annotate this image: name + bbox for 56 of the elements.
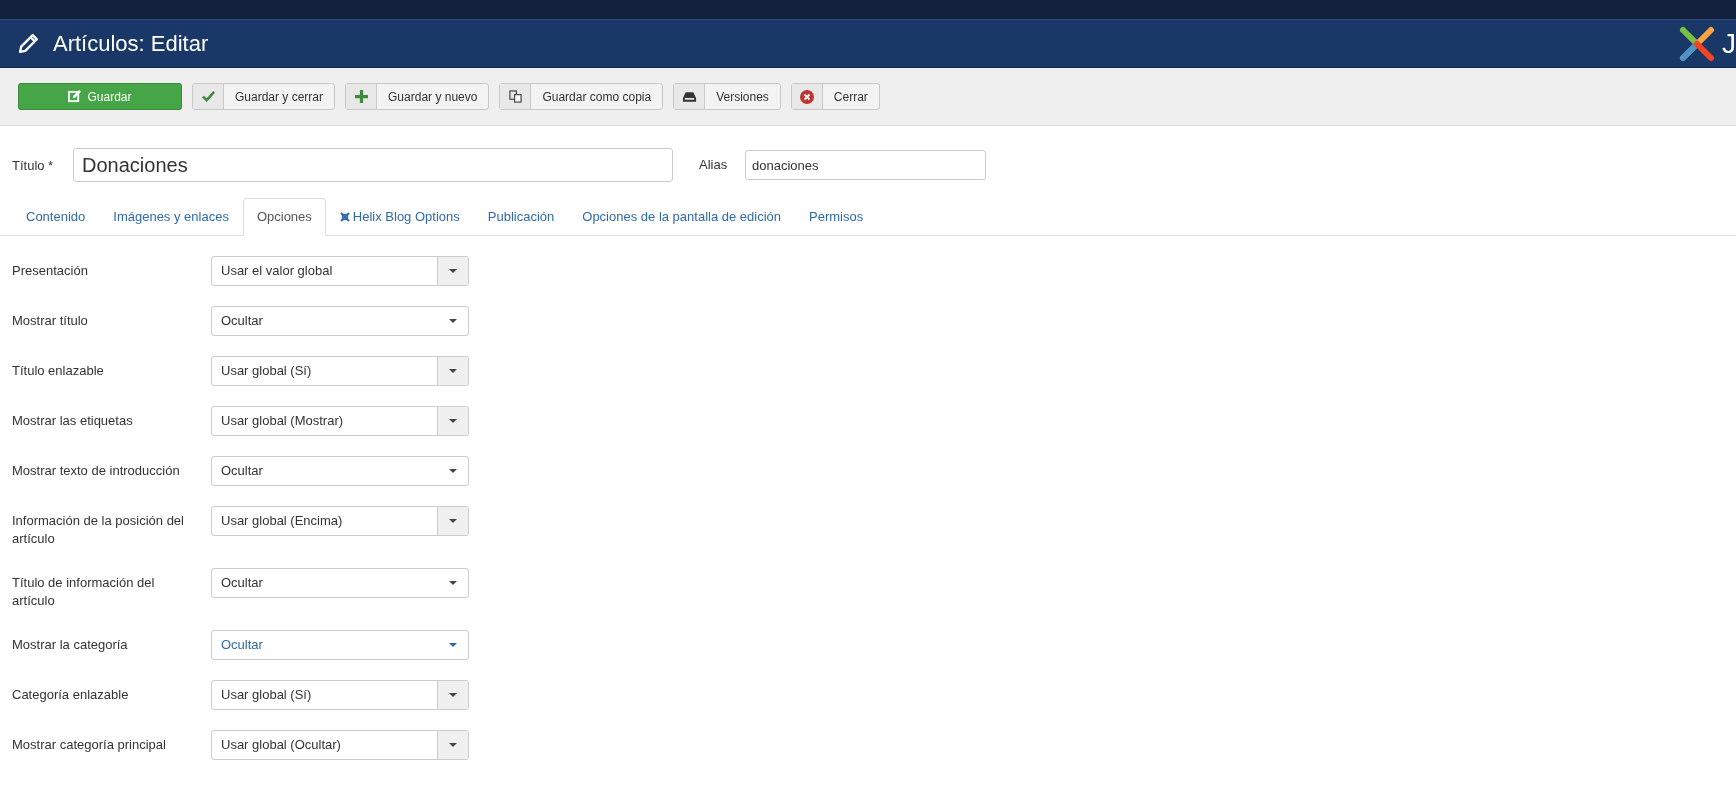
option-label: Información de la posición del artículo <box>12 512 185 548</box>
caret-icon <box>449 369 457 373</box>
option-label: Título enlazable <box>12 362 105 380</box>
tab[interactable]: Contenido <box>12 199 100 235</box>
select-field[interactable]: Usar global (Sí) <box>211 680 469 710</box>
caret-icon <box>449 743 457 747</box>
toolbar-button[interactable]: Cerrar <box>790 83 880 110</box>
logo-text: J <box>1722 29 1736 58</box>
close-icon <box>799 89 814 104</box>
select-field[interactable]: Ocultar <box>211 456 469 486</box>
title-field[interactable]: Donaciones <box>73 148 673 182</box>
caret-icon <box>448 319 457 323</box>
option-label: Mostrar texto de introducción <box>12 462 181 480</box>
option-label: Título de información del artículo <box>12 574 156 610</box>
field-label: Título * <box>12 157 55 175</box>
cross-icon <box>339 212 350 222</box>
tab[interactable]: Opciones <box>242 198 326 236</box>
caret-icon <box>448 581 457 585</box>
option-label: Presentación <box>12 262 89 280</box>
caret-icon <box>449 419 457 423</box>
toolbar-button[interactable]: Guardar y cerrar <box>192 83 336 110</box>
tab[interactable]: Imágenes y enlaces <box>99 199 243 235</box>
select-field[interactable]: Ocultar <box>211 630 469 660</box>
caret-icon <box>449 519 457 523</box>
tab[interactable]: Publicación <box>473 199 569 235</box>
caret-icon <box>449 269 457 273</box>
tab[interactable]: Permisos <box>795 199 878 235</box>
field-label: Alias <box>699 156 729 175</box>
toolbar-button[interactable]: Versiones <box>673 83 781 110</box>
alias-field[interactable]: donaciones <box>745 150 986 180</box>
option-label: Mostrar las etiquetas <box>12 412 134 430</box>
tray-icon <box>681 90 697 103</box>
option-label: Mostrar categoría principal <box>12 736 167 754</box>
page-title: Artículos: Editar <box>53 30 209 58</box>
copy-icon <box>508 90 522 103</box>
select-field[interactable]: Usar global (Sí) <box>211 356 469 386</box>
select-field[interactable]: Ocultar <box>211 306 469 336</box>
select-field[interactable]: Ocultar <box>211 568 469 598</box>
toolbar-button[interactable]: Guardar y nuevo <box>345 83 490 110</box>
toolbar-button[interactable]: Guardar como copia <box>499 83 664 110</box>
caret-icon <box>449 693 457 697</box>
option-label: Mostrar la categoría <box>12 636 129 654</box>
option-label: Mostrar título <box>12 312 89 330</box>
select-field[interactable]: Usar global (Ocultar) <box>211 730 469 760</box>
edit-icon <box>68 90 82 103</box>
caret-icon <box>448 643 457 647</box>
select-field[interactable]: Usar global (Mostrar) <box>211 406 469 436</box>
plus-icon <box>354 90 368 103</box>
option-label: Categoría enlazable <box>12 686 130 704</box>
select-field[interactable]: Usar global (Encima) <box>211 506 469 536</box>
select-field[interactable]: Usar el valor global <box>211 256 469 286</box>
tab[interactable]: Opciones de la pantalla de edición <box>568 199 796 235</box>
caret-icon <box>448 469 457 473</box>
pencil-icon <box>18 33 39 54</box>
check-icon <box>201 90 215 103</box>
tab[interactable]: Helix Blog Options <box>325 199 474 235</box>
